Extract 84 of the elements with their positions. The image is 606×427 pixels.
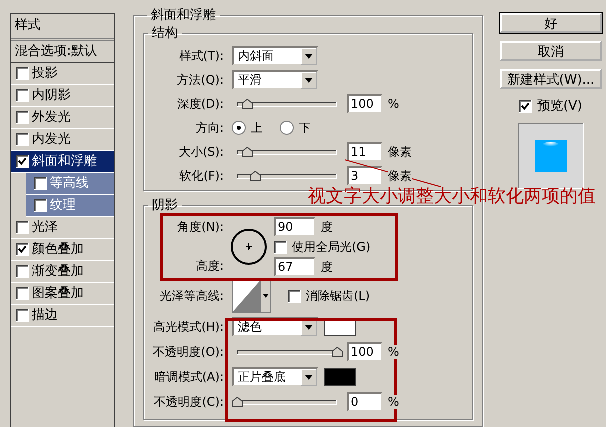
field-label: 方法(Q): [176, 72, 224, 88]
sidebar-item[interactable]: 描边 [11, 305, 114, 327]
radio-circle[interactable] [232, 121, 246, 135]
sidebar-item[interactable]: 纹理 [26, 195, 114, 217]
input-field[interactable]: 3 [347, 166, 383, 186]
group-title: 斜面和浮雕 [150, 7, 217, 24]
checkbox[interactable] [16, 243, 29, 256]
field-label: 高度: [194, 258, 224, 275]
sidebar-item[interactable]: 等高线 [26, 173, 114, 195]
field-label: 暗调模式(A): [153, 368, 224, 386]
checkbox[interactable] [16, 309, 29, 322]
checkbox[interactable] [16, 265, 29, 278]
unit-label: 像素 [388, 144, 412, 160]
checkbox[interactable] [288, 290, 301, 302]
checkbox-label[interactable]: 消除锯齿(L) [306, 288, 370, 304]
checkbox[interactable] [519, 100, 532, 112]
checkbox[interactable] [34, 199, 47, 212]
contour-picker[interactable] [232, 279, 271, 313]
radio-circle[interactable] [280, 121, 294, 135]
unit-label: % [388, 97, 400, 111]
slider-thumb[interactable] [242, 99, 253, 109]
angle-dial[interactable] [230, 228, 268, 266]
dialog-button[interactable]: 好 [500, 13, 602, 33]
sidebar-item[interactable]: 图案叠加 [11, 283, 114, 305]
sidebar-item[interactable]: 外发光 [11, 107, 114, 129]
input-field[interactable]: 90 [274, 217, 316, 237]
slider-thumb[interactable] [242, 147, 253, 157]
sidebar-item[interactable]: 内阴影 [11, 85, 114, 107]
field-label: 大小(S): [178, 144, 224, 160]
checkbox[interactable] [16, 67, 29, 80]
sidebar-item[interactable]: 投影 [11, 63, 114, 85]
slider-thumb[interactable] [250, 171, 261, 181]
sidebar-item[interactable]: 颜色叠加 [11, 239, 114, 261]
field-label: 不透明度(O): [152, 344, 224, 360]
checkbox[interactable] [16, 221, 29, 234]
dropdown[interactable]: 内斜面 [232, 46, 319, 66]
sidebar-item[interactable]: 渐变叠加 [11, 261, 114, 283]
unit-label: % [388, 395, 400, 409]
unit-label: 度 [321, 258, 333, 276]
dropdown[interactable]: 正片叠底 [232, 367, 319, 387]
checkbox[interactable] [16, 89, 29, 102]
checkbox-label[interactable]: 预览(V) [537, 97, 583, 115]
slider-thumb[interactable] [332, 347, 343, 357]
dialog-button[interactable]: 取消 [500, 41, 602, 61]
field-label: 高光模式(H): [152, 318, 224, 336]
sidebar-item[interactable]: 混合选项:默认 [11, 41, 114, 63]
checkbox[interactable] [16, 287, 29, 300]
field-label: 光泽等高线: [158, 288, 224, 304]
field-label: 深度(D): [176, 96, 224, 112]
slider-thumb[interactable] [232, 397, 243, 407]
checkbox[interactable] [16, 155, 29, 168]
preview-swatch-icon [535, 140, 567, 172]
field-label: 不透明度(C): [153, 394, 224, 410]
checkbox[interactable] [16, 133, 29, 146]
input-field[interactable]: 67 [274, 257, 316, 277]
annotation-text: 视文字大小调整大小和软化两项的值 [308, 185, 596, 208]
unit-label: 度 [321, 218, 333, 236]
dialog-button[interactable]: 新建样式(W)... [500, 69, 602, 89]
field-label: 样式(T): [178, 48, 224, 64]
sidebar-item[interactable]: 光泽 [11, 217, 114, 239]
caret-icon[interactable] [301, 72, 317, 88]
input-field[interactable]: 100 [347, 94, 383, 114]
field-label: 方向: [194, 120, 224, 136]
group-title: 结构 [151, 25, 179, 42]
list-title: 样式 [11, 14, 114, 41]
unit-label: % [388, 345, 400, 359]
checkbox[interactable] [274, 240, 287, 254]
input-field[interactable]: 11 [347, 142, 383, 162]
radio-button[interactable]: 下 [280, 120, 311, 136]
radio-button[interactable]: 上 [232, 120, 263, 136]
caret-icon[interactable] [301, 368, 317, 386]
sidebar-item[interactable]: 斜面和浮雕 [11, 151, 114, 173]
input-field[interactable]: 0 [347, 392, 383, 412]
dropdown[interactable]: 平滑 [232, 70, 319, 90]
unit-label: 像素 [388, 168, 412, 184]
caret-icon[interactable] [301, 48, 317, 64]
color-swatch[interactable] [324, 368, 356, 386]
input-field[interactable]: 100 [347, 342, 383, 362]
checkbox[interactable] [16, 111, 29, 124]
checkbox[interactable] [34, 177, 47, 190]
field-label: 软化(F): [178, 168, 224, 184]
field-label: 角度(N): [176, 219, 224, 236]
checkbox-label[interactable]: 使用全局光(G) [292, 238, 371, 256]
group-title: 阴影 [151, 197, 179, 214]
